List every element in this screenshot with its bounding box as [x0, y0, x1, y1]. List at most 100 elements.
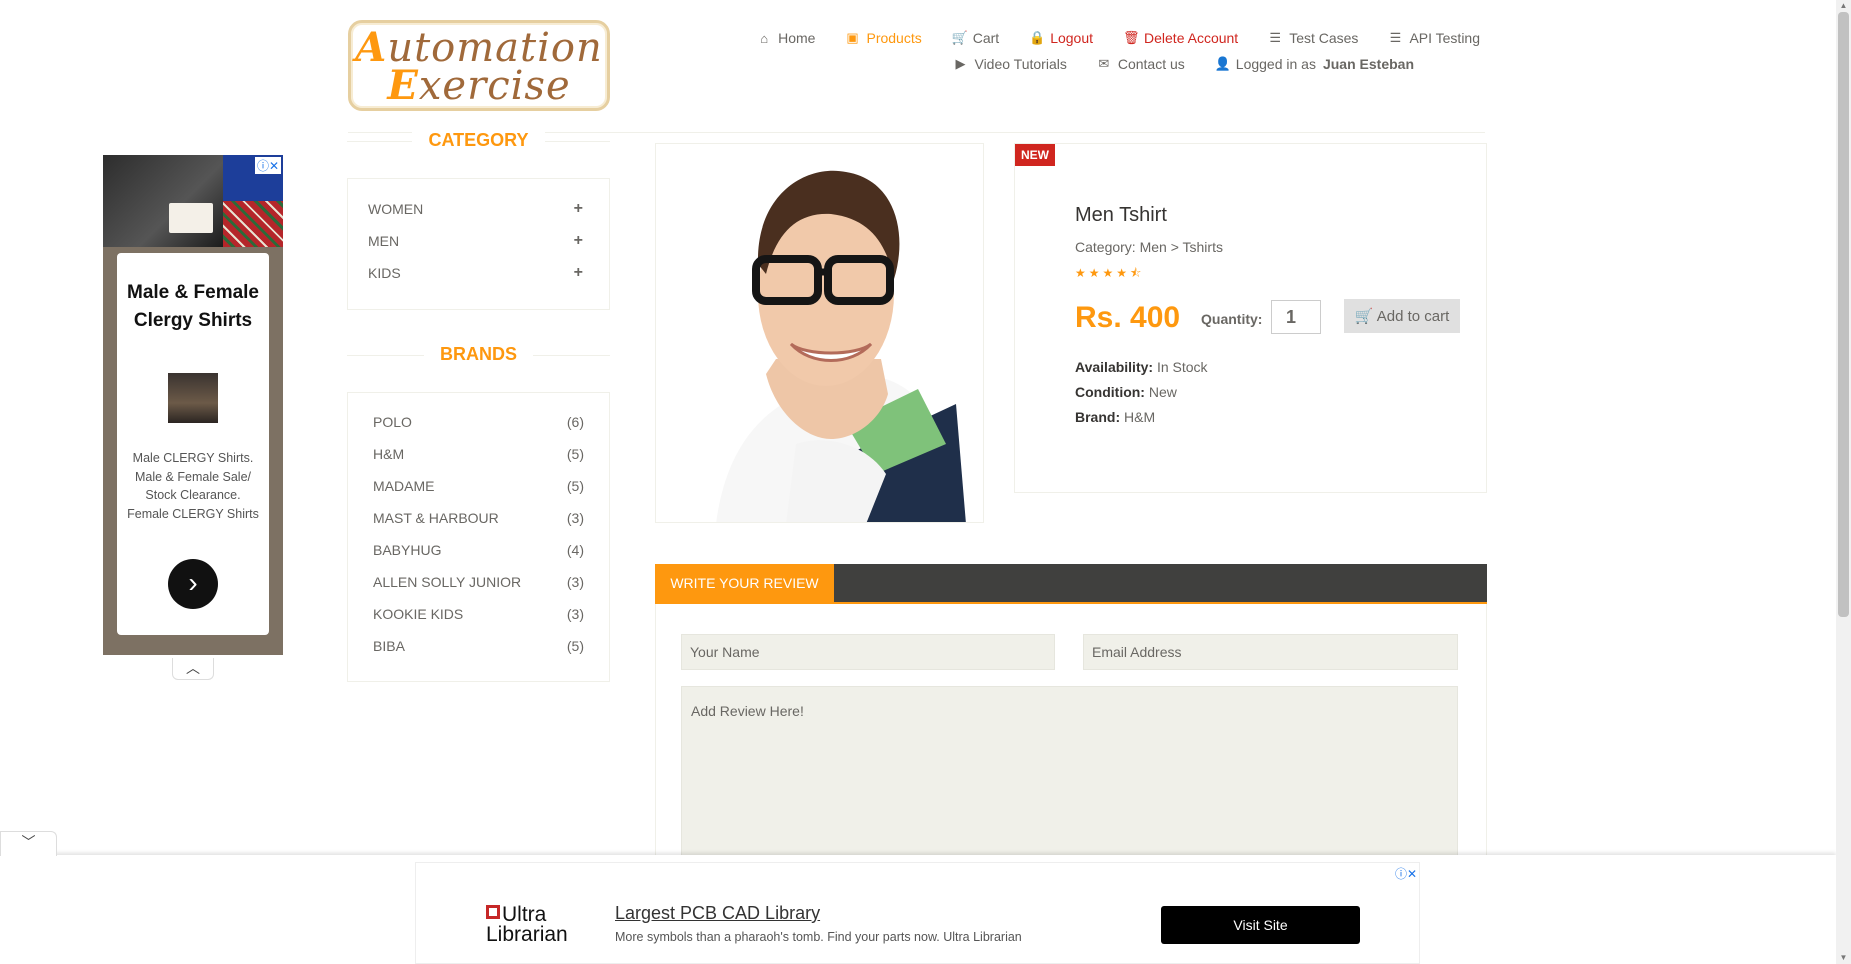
product-price: Rs. 400: [1075, 301, 1181, 334]
nav-api-testing-label: API Testing: [1409, 30, 1480, 46]
product-info-panel: Men Tshirt Category: Men > Tshirts ★★★★⯪…: [1014, 143, 1487, 493]
brand-item-hm[interactable]: H&M (5): [373, 443, 584, 475]
bottom-ad-banner[interactable]: Ultra Librarian Largest PCB CAD Library M…: [415, 862, 1420, 964]
category-label: KIDS: [368, 265, 401, 281]
scroll-up-arrow-icon[interactable]: ▲: [1836, 0, 1851, 12]
nav-logout[interactable]: 🔒 Logout: [1029, 30, 1093, 46]
list-icon: ☰: [1389, 30, 1402, 45]
brand-value: H&M: [1124, 409, 1156, 425]
review-form: [655, 604, 1487, 866]
brand-label: ALLEN SOLLY JUNIOR: [373, 574, 522, 590]
bottom-ad-description: More symbols than a pharaoh's tomb. Find…: [615, 930, 1022, 944]
brand-item-kookie-kids[interactable]: KOOKIE KIDS (3): [373, 603, 584, 635]
bottom-ad-title[interactable]: Largest PCB CAD Library: [615, 903, 820, 924]
logged-in-username: Juan Esteban: [1322, 56, 1414, 72]
brands-heading: BRANDS: [347, 344, 610, 368]
ad-clergy-image[interactable]: [103, 155, 223, 247]
brand-item-allen-solly-junior[interactable]: ALLEN SOLLY JUNIOR (3): [373, 571, 584, 603]
product-category: Category: Men > Tshirts: [1075, 239, 1223, 255]
product-rating-stars: ★★★★⯪: [1075, 266, 1145, 280]
condition-label: Condition:: [1075, 384, 1145, 400]
main-nav: ⌂ Home ▣ Products 🛒 Cart 🔒 Logout 🗑 Delete Ac…: [700, 30, 1480, 72]
nav-logout-label: Logout: [1050, 30, 1094, 46]
scroll-down-arrow-icon[interactable]: ▼: [1836, 952, 1851, 964]
review-name-input[interactable]: [681, 634, 1055, 670]
nav-api-testing[interactable]: ☰ API Testing: [1388, 30, 1480, 46]
nav-logged-in-as[interactable]: 👤 Logged in as Juan Esteban: [1215, 56, 1414, 72]
visit-site-button[interactable]: Visit Site: [1161, 906, 1360, 944]
nav-video-tutorials[interactable]: ▶ Video Tutorials: [953, 56, 1066, 72]
nav-contact-us[interactable]: ✉ Contact us: [1097, 56, 1185, 72]
nav-delete-account-label: Delete Account: [1144, 30, 1239, 46]
quantity-input[interactable]: [1271, 300, 1321, 334]
category-panel: WOMEN + MEN + KIDS +: [347, 178, 610, 310]
brand-count: (3): [566, 510, 584, 526]
brand-item-babyhug[interactable]: BABYHUG (4): [373, 539, 584, 571]
plus-icon[interactable]: +: [574, 229, 589, 261]
nav-products[interactable]: ▣ Products: [845, 30, 921, 46]
product-availability: Availability: In Stock: [1075, 359, 1208, 375]
ad-tartan-shirt-image[interactable]: [223, 201, 283, 247]
category-item-women[interactable]: WOMEN +: [368, 197, 589, 229]
ad-close-icon[interactable]: ⓘ✕: [1395, 865, 1417, 882]
brand-item-polo[interactable]: POLO (6): [373, 411, 584, 443]
chip-icon: [486, 905, 500, 919]
product-name: Men Tshirt: [1075, 204, 1167, 226]
ad-card-text: Male CLERGY Shirts. Male & Female Sale/ …: [127, 451, 259, 521]
ultra-librarian-logo[interactable]: Ultra Librarian: [486, 904, 568, 945]
nav-delete-account[interactable]: 🗑 Delete Account: [1123, 30, 1238, 46]
nav-test-cases[interactable]: ☰ Test Cases: [1268, 30, 1358, 46]
plus-icon[interactable]: +: [574, 197, 589, 229]
brand-count: (4): [566, 542, 584, 558]
brand-item-mast-harbour[interactable]: MAST & HARBOUR (3): [373, 507, 584, 539]
review-email-input[interactable]: [1083, 634, 1458, 670]
category-item-men[interactable]: MEN +: [368, 229, 589, 261]
add-to-cart-label: Add to cart: [1376, 308, 1450, 325]
nav-contact-us-label: Contact us: [1117, 56, 1185, 72]
logo-word-exercise: xercise: [418, 63, 571, 109]
ad-thumbnail[interactable]: [168, 373, 218, 423]
nav-cart-label: Cart: [972, 30, 1000, 46]
nav-test-cases-label: Test Cases: [1289, 30, 1359, 46]
list-icon: ☰: [1269, 30, 1282, 45]
nav-cart[interactable]: 🛒 Cart: [952, 30, 999, 46]
brand-item-biba[interactable]: BIBA (5): [373, 635, 584, 667]
product-brand: Brand: H&M: [1075, 409, 1155, 425]
new-badge: NEW: [1015, 144, 1055, 166]
site-logo[interactable]: Automation Exercise: [348, 20, 610, 111]
left-ad-banner[interactable]: ⓘ✕ Male & Female Clergy Shirts Male CLER…: [103, 155, 283, 655]
category-heading: CATEGORY: [347, 130, 610, 154]
category-label: MEN: [368, 233, 400, 249]
category-label: WOMEN: [368, 201, 424, 217]
add-to-cart-button[interactable]: 🛒 Add to cart: [1344, 299, 1460, 333]
cart-icon: 🛒: [1354, 308, 1374, 325]
plus-icon[interactable]: +: [574, 261, 589, 293]
brand-label: POLO: [373, 414, 412, 430]
logged-in-label: Logged in as: [1235, 56, 1316, 72]
brand-count: (6): [566, 414, 584, 430]
ad-card[interactable]: Male & Female Clergy Shirts Male CLERGY …: [117, 253, 269, 635]
scrollbar-thumb[interactable]: [1838, 12, 1849, 617]
product-photo: [656, 144, 983, 522]
ad-collapse-button[interactable]: ︿: [172, 658, 214, 680]
review-textarea[interactable]: [681, 686, 1458, 866]
lock-icon: 🔒: [1029, 30, 1046, 45]
condition-value: New: [1148, 384, 1177, 400]
brand-count: (5): [566, 478, 584, 494]
ad-close-icon[interactable]: ⓘ✕: [254, 157, 281, 174]
brand-item-madame[interactable]: MADAME (5): [373, 475, 584, 507]
logo-letter-e: E: [387, 62, 419, 109]
bottom-ad-toggle-button[interactable]: ﹀: [0, 831, 57, 856]
nav-home[interactable]: ⌂ Home: [757, 30, 815, 46]
nav-row-1: ⌂ Home ▣ Products 🛒 Cart 🔒 Logout 🗑 Delete Ac…: [700, 30, 1480, 46]
ad-next-button[interactable]: ›: [168, 559, 218, 609]
ad-card-title[interactable]: Male & Female Clergy Shirts: [117, 279, 269, 335]
category-item-kids[interactable]: KIDS +: [368, 261, 589, 293]
brands-heading-text: BRANDS: [423, 344, 533, 364]
tab-write-review[interactable]: WRITE YOUR REVIEW: [655, 564, 834, 604]
product-image: [655, 143, 984, 523]
page-scrollbar[interactable]: ▲ ▼: [1836, 0, 1851, 964]
brand-label: Brand:: [1075, 409, 1121, 425]
brand-label: MAST & HARBOUR: [373, 510, 499, 526]
envelope-icon: ✉: [1098, 56, 1110, 71]
